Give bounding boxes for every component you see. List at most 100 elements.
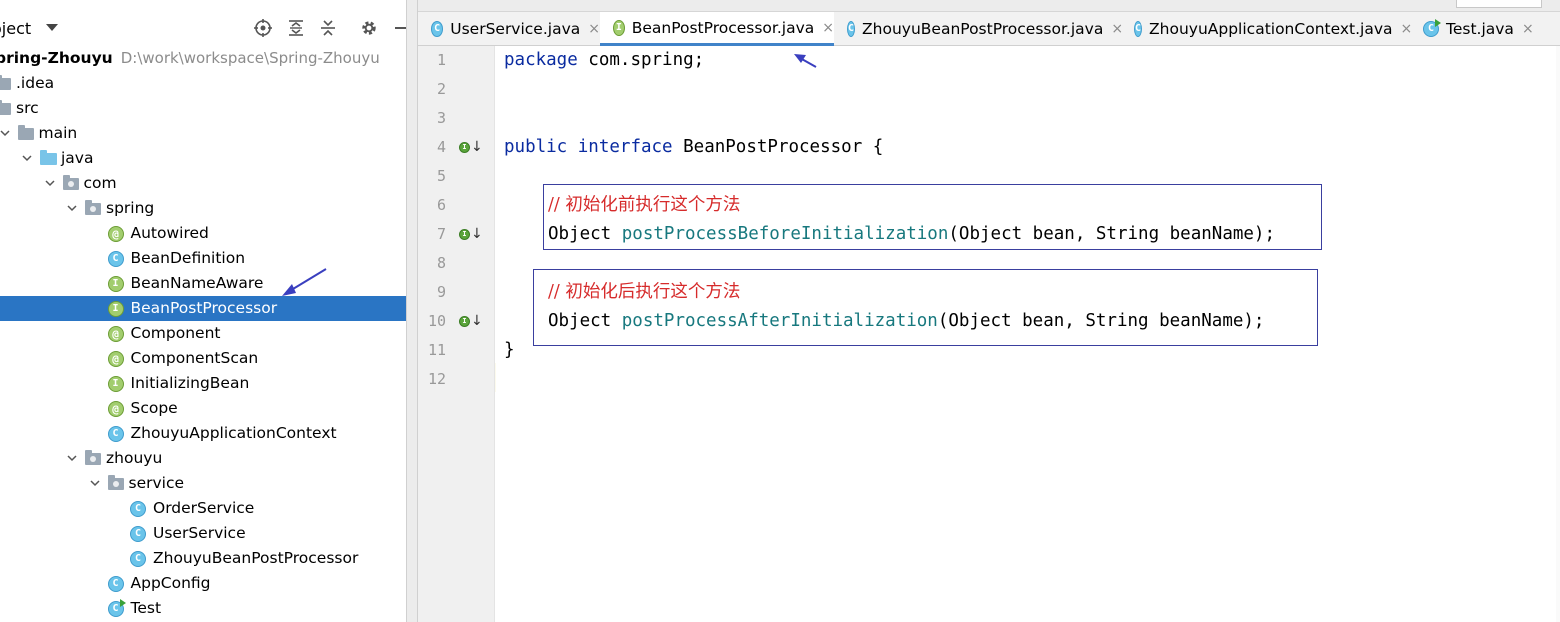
tree-item[interactable]: @ Autowired	[0, 221, 406, 246]
line-number: 12	[427, 370, 446, 388]
line-number: 4	[436, 138, 446, 156]
code-line: package com.spring;	[504, 46, 704, 75]
tree-item[interactable]: C ZhouyuApplicationContext	[0, 421, 406, 446]
code-line: public interface BeanPostProcessor {	[504, 133, 883, 162]
class-icon: C	[130, 526, 146, 542]
interface-icon: I	[613, 19, 625, 36]
tree-item[interactable]: C BeanDefinition	[0, 246, 406, 271]
chevron-down-icon[interactable]	[43, 176, 57, 190]
annotation-icon: @	[107, 351, 124, 367]
project-root-path: D:\work\workspace\Spring-Zhouyu	[120, 49, 380, 67]
package-icon	[107, 475, 124, 490]
chevron-down-icon[interactable]	[65, 201, 79, 215]
implemented-marker-icon[interactable]: I ↓	[459, 226, 483, 242]
tree-item[interactable]: java	[0, 146, 406, 171]
class-icon: C	[107, 576, 124, 592]
implemented-arrow: ↓	[471, 226, 483, 242]
implemented-marker-icon[interactable]: I ↓	[459, 313, 483, 329]
tree-item[interactable]: .idea	[0, 71, 406, 96]
class-icon: C	[130, 551, 146, 567]
code-editor[interactable]: package com.spring; public interface Bean…	[496, 46, 1560, 622]
annotation-icon: @	[107, 401, 124, 417]
chevron-down-icon[interactable]	[0, 126, 12, 140]
chevron-down-icon[interactable]	[65, 451, 79, 465]
tree-item[interactable]: I BeanNameAware	[0, 271, 406, 296]
tree-item[interactable]: C OrderService	[0, 496, 406, 521]
tree-item-label: OrderService	[153, 499, 255, 517]
tree-item-label: zhouyu	[106, 449, 163, 467]
line-number: 5	[436, 167, 446, 185]
editor-scrollbar[interactable]	[1556, 46, 1560, 622]
tree-item[interactable]: I InitializingBean	[0, 371, 406, 396]
tree-item-label: Scope	[130, 399, 178, 417]
tree-item[interactable]: spring	[0, 196, 406, 221]
implemented-dot: I	[459, 316, 470, 327]
tree-item[interactable]: service	[0, 471, 406, 496]
gear-icon[interactable]	[358, 17, 380, 39]
hide-panel-icon[interactable]	[391, 17, 406, 39]
tree-item[interactable]: C UserService	[0, 521, 406, 546]
tree-item-label: ComponentScan	[130, 349, 259, 367]
class-icon: C	[107, 251, 124, 267]
tree-item[interactable]: I BeanPostProcessor	[0, 296, 406, 321]
tree-item[interactable]: @ Component	[0, 321, 406, 346]
tree-item-label: InitializingBean	[130, 374, 250, 392]
code-line: // 初始化后执行这个方法	[548, 278, 740, 307]
tree-item[interactable]: main	[0, 121, 406, 146]
code-line: // 初始化前执行这个方法	[548, 191, 740, 220]
line-number: 6	[436, 196, 446, 214]
tree-item[interactable]: pring-Zhouyu D:\work\workspace\Spring-Zho…	[0, 46, 406, 71]
implemented-dot: I	[459, 229, 470, 240]
annotation-icon: @	[107, 226, 124, 242]
implemented-marker-icon[interactable]: I ↓	[459, 139, 483, 155]
tree-item[interactable]: com	[0, 171, 406, 196]
tree-item[interactable]: @ ComponentScan	[0, 346, 406, 371]
chevron-down-icon[interactable]	[88, 476, 102, 490]
chevron-down-icon[interactable]	[20, 151, 34, 165]
tree-item-label: ZhouyuBeanPostProcessor	[153, 549, 359, 567]
code-token: (Object bean, String beanName);	[948, 224, 1276, 244]
title-strip-box	[1456, 0, 1542, 8]
close-icon[interactable]: ×	[822, 20, 834, 36]
project-panel-header: oject	[0, 12, 406, 47]
editor-tab[interactable]: C ZhouyuApplicationContext.java ×	[1121, 12, 1412, 46]
tree-item[interactable]: C AppConfig	[0, 571, 406, 596]
editor-tab[interactable]: I BeanPostProcessor.java ×	[600, 12, 834, 46]
folder-icon	[0, 75, 11, 90]
annotation-icon: @	[107, 326, 124, 342]
tree-item-label: Test	[130, 599, 162, 617]
tree-item[interactable]: @ Scope	[0, 396, 406, 421]
editor-tab-bar: C UserService.java × I BeanPostProcessor.jav…	[418, 12, 1560, 46]
folder-icon	[0, 100, 11, 115]
folder-icon	[17, 125, 34, 140]
tree-item-label: spring	[106, 199, 155, 217]
collapse-all-icon[interactable]	[317, 17, 339, 39]
tree-item[interactable]: C ZhouyuBeanPostProcessor	[0, 546, 406, 571]
tree-item[interactable]: zhouyu	[0, 446, 406, 471]
editor-gutter: 1 2 3 4 I ↓ 5 6 7 I ↓ 8 9 10 I ↓ 11 12	[418, 46, 495, 622]
runnable-class-icon: C	[107, 599, 126, 617]
expand-all-icon[interactable]	[285, 17, 307, 39]
runnable-class-icon: C	[1423, 19, 1441, 37]
tree-item[interactable]: src	[0, 96, 406, 121]
editor-tab-label: Test.java	[1446, 20, 1514, 38]
editor-tab[interactable]: C ZhouyuBeanPostProcessor.java ×	[834, 12, 1123, 46]
tree-item-label: .idea	[16, 74, 55, 92]
interface-icon: I	[107, 276, 124, 292]
code-token: }	[504, 340, 515, 360]
code-token: package	[504, 50, 578, 70]
tree-item[interactable]: C Test	[0, 596, 406, 621]
editor-tab[interactable]: C Test.java ×	[1410, 12, 1560, 46]
line-number: 8	[436, 254, 446, 272]
panel-splitter[interactable]	[407, 0, 418, 622]
editor-tab[interactable]: C UserService.java ×	[418, 12, 600, 46]
close-icon[interactable]: ×	[588, 21, 600, 37]
project-view-selector[interactable]: oject	[0, 19, 31, 38]
close-icon[interactable]: ×	[1522, 21, 1534, 37]
class-icon: C	[431, 21, 444, 37]
tree-item-label: src	[16, 99, 39, 117]
locate-icon[interactable]	[252, 17, 274, 39]
tree-item-label: BeanPostProcessor	[130, 299, 278, 317]
tree-item-label: ZhouyuApplicationContext	[130, 424, 337, 442]
chevron-down-icon[interactable]	[46, 24, 58, 31]
